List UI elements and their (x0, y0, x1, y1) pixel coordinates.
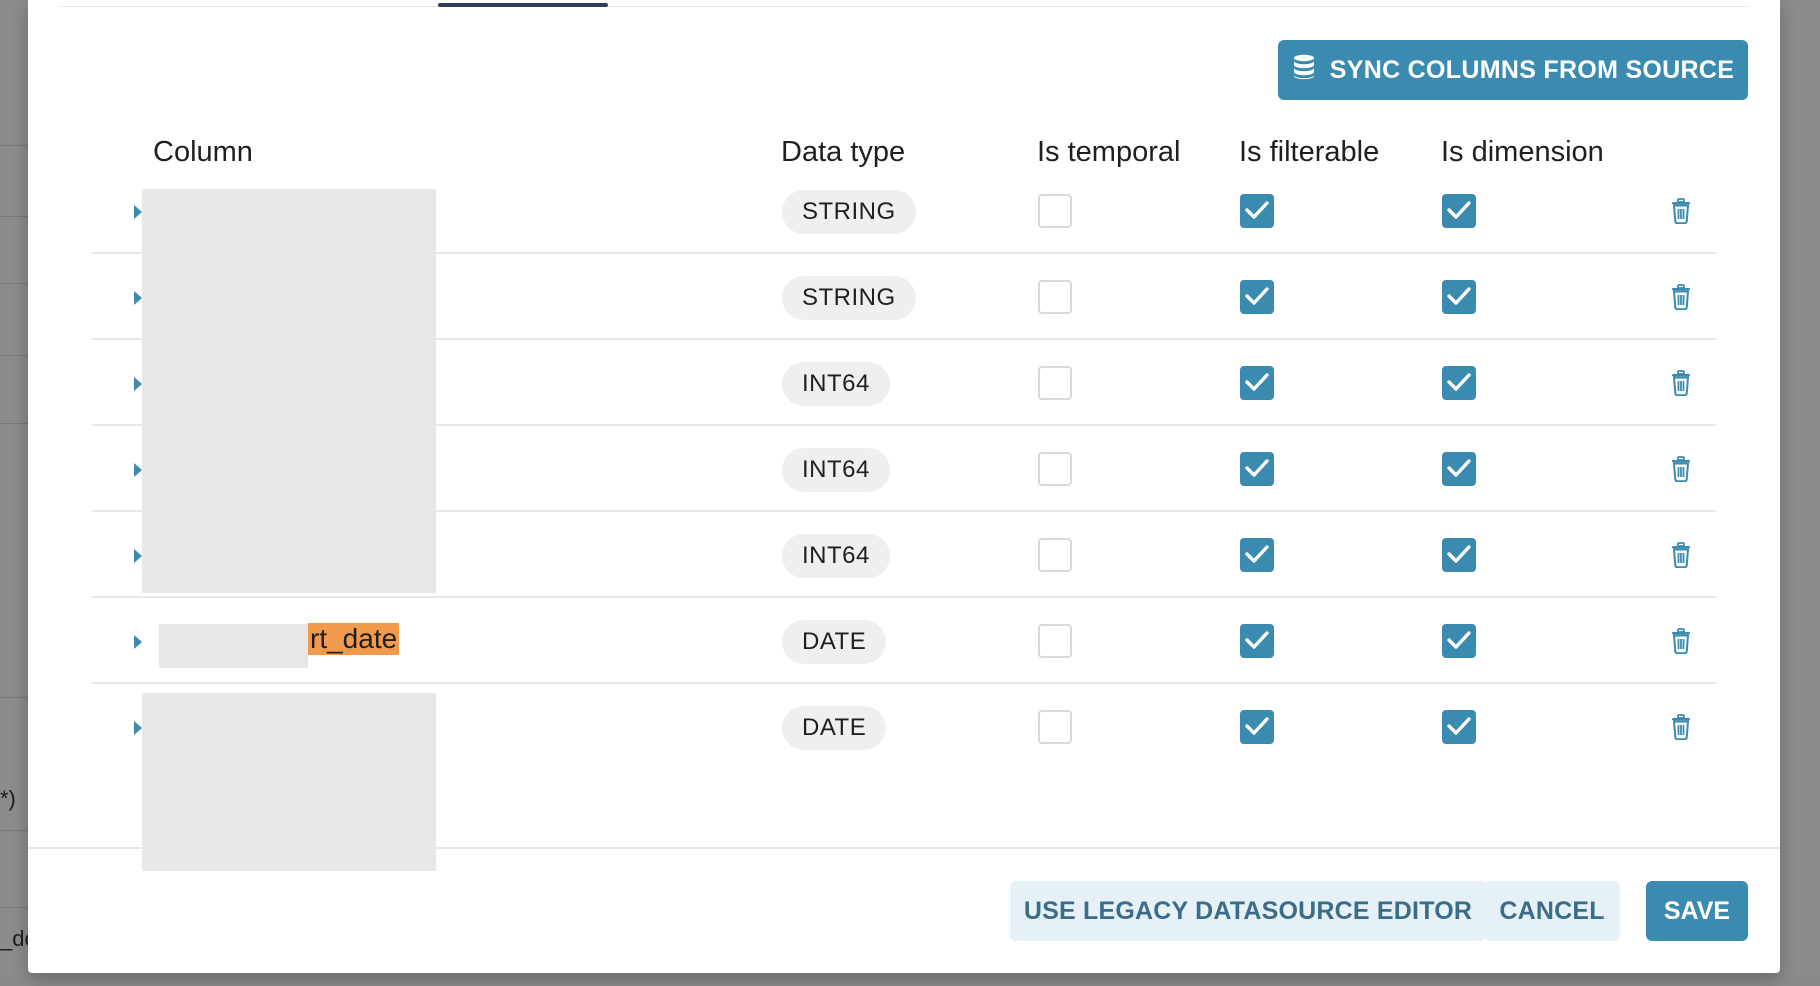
header-is-dimension: Is dimension (1441, 136, 1604, 168)
save-button[interactable]: SAVE (1646, 881, 1748, 941)
is-filterable-checkbox[interactable] (1240, 194, 1274, 228)
is-temporal-checkbox[interactable] (1038, 538, 1072, 572)
is-temporal-checkbox[interactable] (1038, 366, 1072, 400)
datasource-editor-modal: SYNC COLUMNS FROM SOURCE Column Data typ… (28, 0, 1780, 973)
is-dimension-checkbox[interactable] (1442, 194, 1476, 228)
is-temporal-checkbox[interactable] (1038, 452, 1072, 486)
is-filterable-checkbox[interactable] (1240, 366, 1274, 400)
footer-divider (28, 847, 1780, 849)
is-temporal-checkbox[interactable] (1038, 710, 1072, 744)
active-tab-indicator (438, 3, 608, 7)
sync-button-label: SYNC COLUMNS FROM SOURCE (1329, 55, 1735, 84)
background-divider (0, 697, 28, 698)
delete-trash-icon[interactable] (1670, 370, 1692, 397)
is-filterable-checkbox[interactable] (1240, 280, 1274, 314)
delete-trash-icon[interactable] (1670, 714, 1692, 741)
background-divider (0, 423, 28, 424)
delete-trash-icon[interactable] (1670, 456, 1692, 483)
background-divider (0, 145, 28, 146)
column-name-text: rt_date (308, 623, 400, 655)
data-type-badge: DATE (782, 706, 887, 750)
redacted-region (142, 189, 436, 593)
header-column: Column (153, 136, 253, 168)
is-filterable-checkbox[interactable] (1240, 538, 1274, 572)
data-type-badge: STRING (782, 190, 916, 234)
is-filterable-checkbox[interactable] (1240, 710, 1274, 744)
header-is-filterable: Is filterable (1239, 136, 1380, 168)
delete-trash-icon[interactable] (1670, 198, 1692, 225)
background-divider (0, 830, 28, 831)
is-dimension-checkbox[interactable] (1442, 710, 1476, 744)
is-dimension-checkbox[interactable] (1442, 538, 1476, 572)
background-divider (0, 355, 28, 356)
delete-trash-icon[interactable] (1670, 628, 1692, 655)
background-divider (0, 216, 28, 217)
is-filterable-checkbox[interactable] (1240, 452, 1274, 486)
header-is-temporal: Is temporal (1037, 136, 1181, 168)
data-type-badge: DATE (782, 620, 887, 664)
data-type-badge: INT64 (782, 534, 890, 578)
is-dimension-checkbox[interactable] (1442, 280, 1476, 314)
table-row: rt_date DATE (92, 598, 1716, 684)
data-type-badge: INT64 (782, 448, 890, 492)
data-type-badge: STRING (782, 276, 916, 320)
is-dimension-checkbox[interactable] (1442, 366, 1476, 400)
background-strip (0, 974, 1820, 986)
is-temporal-checkbox[interactable] (1038, 194, 1072, 228)
is-temporal-checkbox[interactable] (1038, 280, 1072, 314)
delete-trash-icon[interactable] (1670, 542, 1692, 569)
is-dimension-checkbox[interactable] (1442, 452, 1476, 486)
data-type-badge: INT64 (782, 362, 890, 406)
is-temporal-checkbox[interactable] (1038, 624, 1072, 658)
background-divider (0, 907, 28, 908)
expand-row-caret-icon[interactable] (132, 634, 146, 650)
is-filterable-checkbox[interactable] (1240, 624, 1274, 658)
sync-columns-button[interactable]: SYNC COLUMNS FROM SOURCE (1278, 40, 1748, 100)
database-icon (1292, 54, 1316, 87)
header-data-type: Data type (781, 136, 906, 168)
redacted-region (142, 693, 436, 871)
delete-trash-icon[interactable] (1670, 284, 1692, 311)
tabs-divider (60, 6, 1748, 7)
background-text: *) (0, 786, 16, 811)
background-divider (0, 283, 28, 284)
is-dimension-checkbox[interactable] (1442, 624, 1476, 658)
legacy-editor-button[interactable]: USE LEGACY DATASOURCE EDITOR (1010, 881, 1486, 941)
cancel-button[interactable]: CANCEL (1484, 881, 1620, 941)
redacted-region (159, 624, 308, 668)
